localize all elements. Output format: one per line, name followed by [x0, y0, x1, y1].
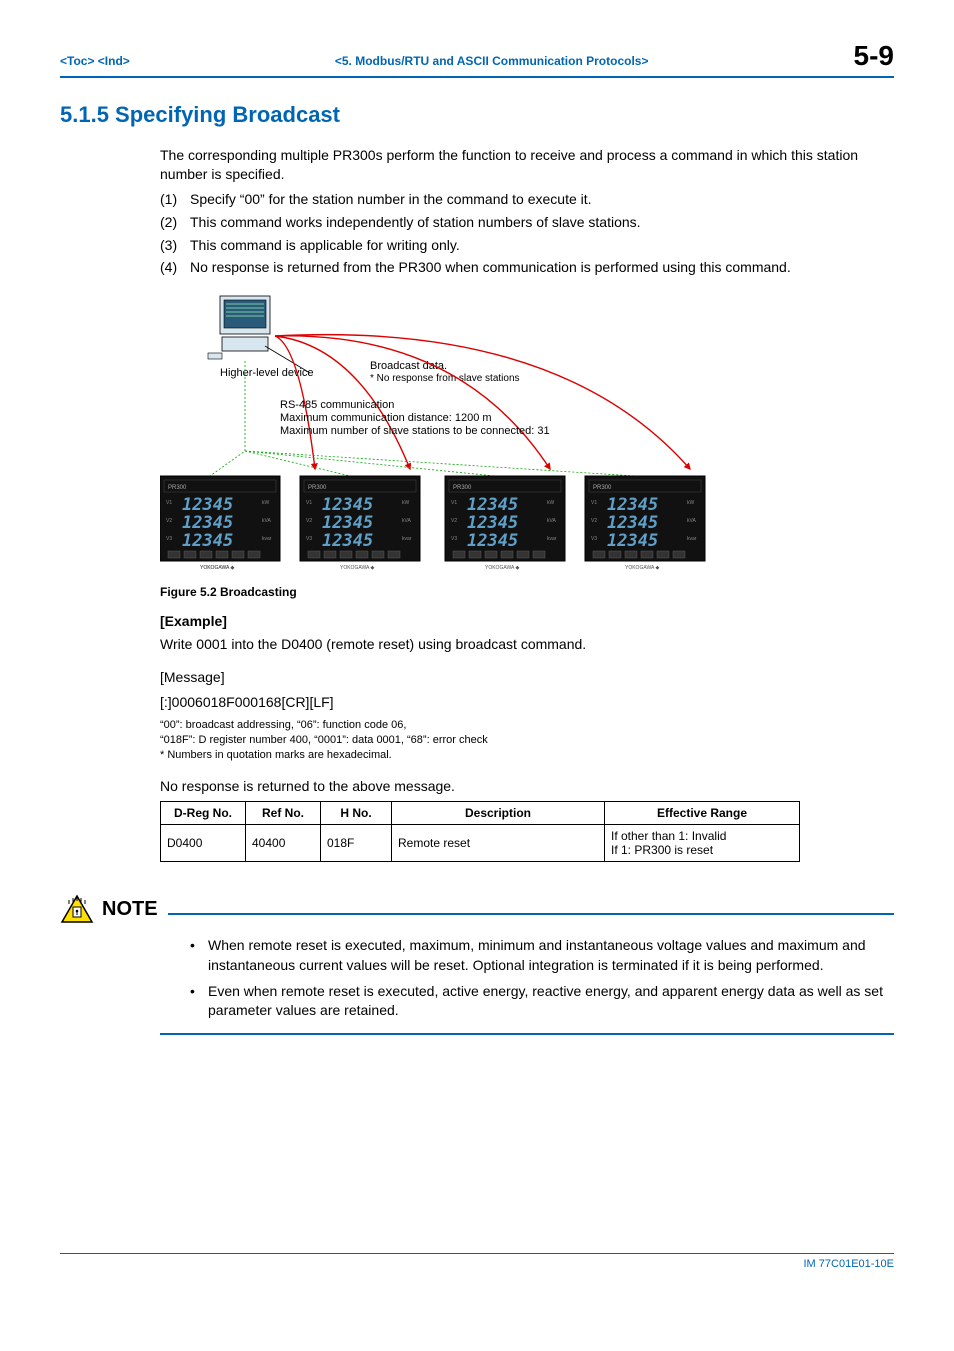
- bullet-icon: •: [190, 982, 208, 1021]
- th-ref: Ref No.: [246, 802, 321, 825]
- figure-label-no-response: * No response from slave stations: [370, 373, 520, 384]
- header-chapter: <5. Modbus/RTU and ASCII Communication P…: [335, 54, 649, 68]
- numbered-item: (2) This command works independently of …: [160, 213, 894, 232]
- item-text: This command is applicable for writing o…: [190, 236, 460, 255]
- figure-label-distance: Maximum communication distance: 1200 m: [280, 412, 492, 424]
- footer-doc-id: IM 77C01E01-10E: [60, 1253, 894, 1270]
- figure-caption: Figure 5.2 Broadcasting: [160, 585, 894, 599]
- note-text: When remote reset is executed, maximum, …: [208, 936, 894, 975]
- td-desc: Remote reset: [392, 825, 605, 862]
- range-line: If 1: PR300 is reset: [611, 843, 793, 857]
- note-text: Even when remote reset is executed, acti…: [208, 982, 894, 1021]
- item-number: (3): [160, 236, 190, 255]
- bullet-icon: •: [190, 936, 208, 975]
- note-bullet: • When remote reset is executed, maximum…: [190, 936, 894, 975]
- item-text: No response is returned from the PR300 w…: [190, 258, 791, 277]
- message-label: [Message]: [160, 668, 894, 687]
- message-string: [:]0006018F000168[CR][LF]: [160, 693, 894, 712]
- no-response-text: No response is returned to the above mes…: [160, 777, 894, 796]
- figure-label-stations: Maximum number of slave stations to be c…: [280, 425, 550, 437]
- section-heading: 5.1.5 Specifying Broadcast: [60, 102, 894, 128]
- th-hno: H No.: [321, 802, 392, 825]
- register-table: D-Reg No. Ref No. H No. Description Effe…: [160, 801, 800, 862]
- figure-label-rs485: RS-485 communication: [280, 399, 394, 411]
- td-hno: 018F: [321, 825, 392, 862]
- item-number: (2): [160, 213, 190, 232]
- th-desc: Description: [392, 802, 605, 825]
- td-range: If other than 1: Invalid If 1: PR300 is …: [605, 825, 800, 862]
- figure-label-higher-level: Higher-level device: [220, 367, 314, 379]
- note-block: NOTE • When remote reset is executed, ma…: [60, 894, 894, 1034]
- td-dreg: D0400: [161, 825, 246, 862]
- item-text: This command works independently of stat…: [190, 213, 641, 232]
- th-dreg: D-Reg No.: [161, 802, 246, 825]
- item-text: Specify “00” for the station number in t…: [190, 190, 592, 209]
- header-left-links[interactable]: <Toc> <Ind>: [60, 54, 130, 68]
- range-line: If other than 1: Invalid: [611, 829, 793, 843]
- section-intro: The corresponding multiple PR300s perfor…: [160, 146, 894, 184]
- table-header-row: D-Reg No. Ref No. H No. Description Effe…: [161, 802, 800, 825]
- numbered-item: (3) This command is applicable for writi…: [160, 236, 894, 255]
- numbered-item: (4) No response is returned from the PR3…: [160, 258, 894, 277]
- message-note: * Numbers in quotation marks are hexadec…: [160, 748, 894, 763]
- th-range: Effective Range: [605, 802, 800, 825]
- computer-icon: [208, 296, 270, 359]
- td-ref: 40400: [246, 825, 321, 862]
- message-note: “00”: broadcast addressing, “06”: functi…: [160, 718, 894, 733]
- table-row: D0400 40400 018F Remote reset If other t…: [161, 825, 800, 862]
- message-note: “018F”: D register number 400, “0001”: d…: [160, 733, 894, 748]
- numbered-item: (1) Specify “00” for the station number …: [160, 190, 894, 209]
- item-number: (4): [160, 258, 190, 277]
- item-number: (1): [160, 190, 190, 209]
- figure-broadcasting: Higher-level device Broadcast data. * No…: [160, 291, 894, 581]
- page-header: <Toc> <Ind> <5. Modbus/RTU and ASCII Com…: [60, 40, 894, 78]
- note-title: NOTE: [102, 898, 158, 921]
- caution-icon: [60, 894, 94, 924]
- page-number: 5-9: [854, 40, 894, 72]
- example-sentence: Write 0001 into the D0400 (remote reset)…: [160, 635, 894, 654]
- note-bullet: • Even when remote reset is executed, ac…: [190, 982, 894, 1021]
- example-heading: [Example]: [160, 613, 894, 629]
